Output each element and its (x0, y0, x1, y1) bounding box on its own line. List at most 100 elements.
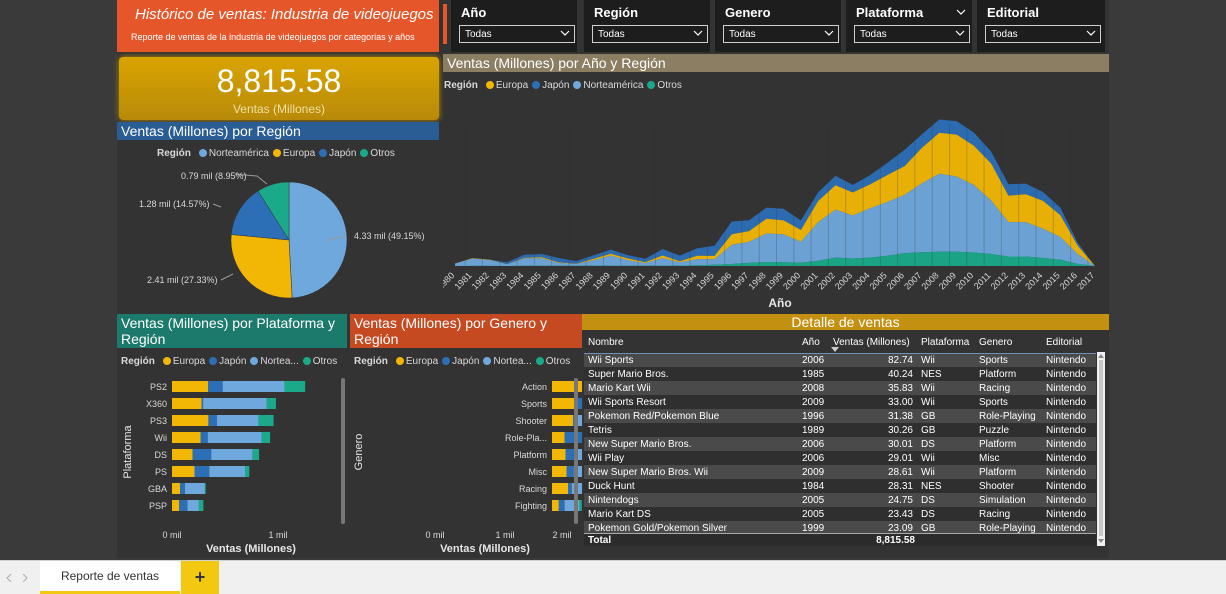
scroll-down-icon[interactable] (1098, 539, 1104, 543)
area-x-tick: 2008 (920, 270, 941, 291)
pie-chart[interactable]: 4.33 mil (49.15%) 2.41 mil (27.33%) 1.28… (117, 162, 439, 308)
platform-legend-item: Nortea... (260, 356, 299, 367)
genre-category-label: Racing (519, 484, 547, 494)
area-column-separator (793, 124, 795, 266)
chevron-down-icon[interactable] (956, 7, 966, 17)
chevron-right-icon[interactable] (22, 574, 28, 582)
area-column-separator (551, 124, 553, 266)
table-row[interactable]: Duck Hunt 1984 28.31 NES Shooter Nintendo (584, 479, 1096, 493)
table-row[interactable]: Mario Kart DS 2005 23.43 DS Racing Nintendo (584, 507, 1096, 521)
slicer-genero-value: Todas (729, 29, 756, 40)
column-header-plataforma[interactable]: Plataforma (917, 333, 975, 353)
pie-leader-line (212, 203, 222, 208)
area-column-separator (706, 124, 708, 266)
table-row[interactable]: Wii Sports 2006 82.74 Wii Sports Nintendo (584, 353, 1096, 367)
genre-y-axis-label: Genero (353, 434, 365, 471)
table-row[interactable]: Nintendogs 2005 24.75 DS Simulation Nintendo (584, 493, 1096, 507)
area-column-separator (1087, 124, 1089, 266)
platform-title: Ventas (Millones) por Plataforma y Regió… (117, 314, 347, 348)
pie-label-japon: 1.28 mil (14.57%) (139, 199, 210, 209)
area-x-tick: 2000 (781, 270, 802, 291)
table-row[interactable]: Wii Play 2006 29.01 Wii Misc Nintendo (584, 451, 1096, 465)
column-header-ventas[interactable]: Ventas (Millones) (829, 333, 917, 353)
area-x-tick: 1995 (695, 270, 716, 291)
slicer-editorial[interactable]: Editorial Todas (977, 0, 1105, 52)
slicer-region-dropdown[interactable]: Todas (592, 25, 708, 43)
table-cell: DS (917, 507, 975, 521)
table-cell: Platform (975, 465, 1042, 479)
report-subtitle: Reporte de ventas de la industria de vid… (131, 32, 415, 42)
platform-scrollbar[interactable] (341, 378, 345, 524)
area-column-separator (827, 124, 829, 266)
slicer-plataforma-dropdown[interactable]: Todas (854, 25, 970, 43)
pie-title: Ventas (Millones) por Región (117, 122, 439, 140)
column-header-editorial[interactable]: Editorial (1042, 333, 1096, 353)
detail-total-label: Total (588, 535, 612, 546)
table-cell: 35.83 (829, 381, 917, 395)
column-header-ano[interactable]: Año (798, 333, 829, 353)
column-header-genero[interactable]: Genero (975, 333, 1042, 353)
column-header-nombre[interactable]: Nombre (584, 333, 798, 353)
area-x-axis-label: Año (768, 296, 791, 310)
area-x-tick: 2013 (1006, 270, 1027, 291)
table-cell: 1985 (798, 367, 829, 381)
platform-bar-segment (216, 415, 259, 426)
area-x-tick: 1991 (625, 270, 646, 291)
table-cell: New Super Mario Bros. Wii (584, 465, 798, 479)
area-legend-title: Región (444, 80, 478, 91)
table-row[interactable]: Pokemon Red/Pokemon Blue 1996 31.38 GB Role-… (584, 409, 1096, 423)
area-column-separator (447, 124, 449, 266)
genre-bar-segment (577, 398, 582, 409)
genre-legend-item: Japón (452, 356, 480, 367)
slicer-region[interactable]: Región Todas (584, 0, 710, 52)
table-row[interactable]: Mario Kart Wii 2008 35.83 Wii Racing Nintendo (584, 381, 1096, 395)
area-x-tick: 2012 (989, 270, 1010, 291)
scroll-up-icon[interactable] (1098, 354, 1104, 358)
area-x-tick: 1996 (712, 270, 733, 291)
slicer-genero[interactable]: Genero Todas (715, 0, 841, 52)
slicer-genero-dropdown[interactable]: Todas (723, 25, 839, 43)
platform-bar-segment (258, 415, 274, 426)
chevron-down-icon (955, 30, 965, 36)
area-column-separator (914, 124, 916, 266)
area-chart[interactable]: 1980198119821983198419851986198719881989… (443, 96, 1109, 314)
genre-bar-segment (565, 449, 575, 460)
kpi-card[interactable]: 8,815.58 Ventas (Millones) (119, 57, 439, 120)
genre-scrollbar[interactable] (574, 378, 578, 524)
tab-reporte-de-ventas[interactable]: Reporte de ventas (40, 561, 180, 594)
area-column-separator (949, 124, 950, 266)
platform-bar-segment (192, 449, 212, 460)
slicer-plataforma[interactable]: Plataforma Todas (846, 0, 972, 52)
detail-scrollbar[interactable] (1097, 352, 1105, 546)
column-header-ventas-label: Ventas (Millones) (833, 337, 910, 349)
table-row[interactable]: New Super Mario Bros. 2006 30.01 DS Platform… (584, 437, 1096, 451)
chevron-left-icon[interactable] (6, 574, 12, 582)
table-cell: Wii (917, 465, 975, 479)
area-x-tick: 2016 (1058, 270, 1079, 291)
table-row[interactable]: Wii Sports Resort 2009 33.00 Wii Sports Ninte… (584, 395, 1096, 409)
table-cell: Platform (975, 367, 1042, 381)
area-column-separator (1070, 124, 1072, 266)
detail-scrollbar-thumb[interactable] (1099, 360, 1103, 536)
table-row[interactable]: Super Mario Bros. 1985 40.24 NES Platform Nin… (584, 367, 1096, 381)
table-row[interactable]: New Super Mario Bros. Wii 2009 28.61 Wii Pla… (584, 465, 1096, 479)
area-column-separator (724, 124, 726, 266)
genre-bar-segment (552, 483, 568, 494)
genre-legend-item: Otros (545, 356, 571, 367)
platform-bar-chart[interactable]: PS2 X360 PS3 Wii DS PS GBA PSP Plataforma 0 mil… (117, 372, 349, 558)
genre-bar-chart[interactable]: Action Sports Shooter Role-Pla... Platform Mi… (350, 372, 582, 558)
add-page-button[interactable]: + (181, 561, 219, 594)
table-cell: NES (917, 367, 975, 381)
area-x-tick: 1983 (487, 270, 508, 291)
platform-bar-segment (211, 449, 253, 460)
legend-dot-icon (483, 357, 492, 365)
platform-category-label: PSP (149, 501, 167, 511)
slicer-ano-dropdown[interactable]: Todas (459, 25, 575, 43)
area-column-separator (966, 124, 968, 266)
pie-legend-item: Japón (329, 148, 357, 159)
platform-legend-title: Región (121, 356, 155, 367)
slicer-ano[interactable]: Año Todas (451, 0, 577, 52)
table-row[interactable]: Tetris 1989 30.26 GB Puzzle Nintendo (584, 423, 1096, 437)
slicer-editorial-dropdown[interactable]: Todas (985, 25, 1101, 43)
area-column-separator (654, 124, 656, 266)
